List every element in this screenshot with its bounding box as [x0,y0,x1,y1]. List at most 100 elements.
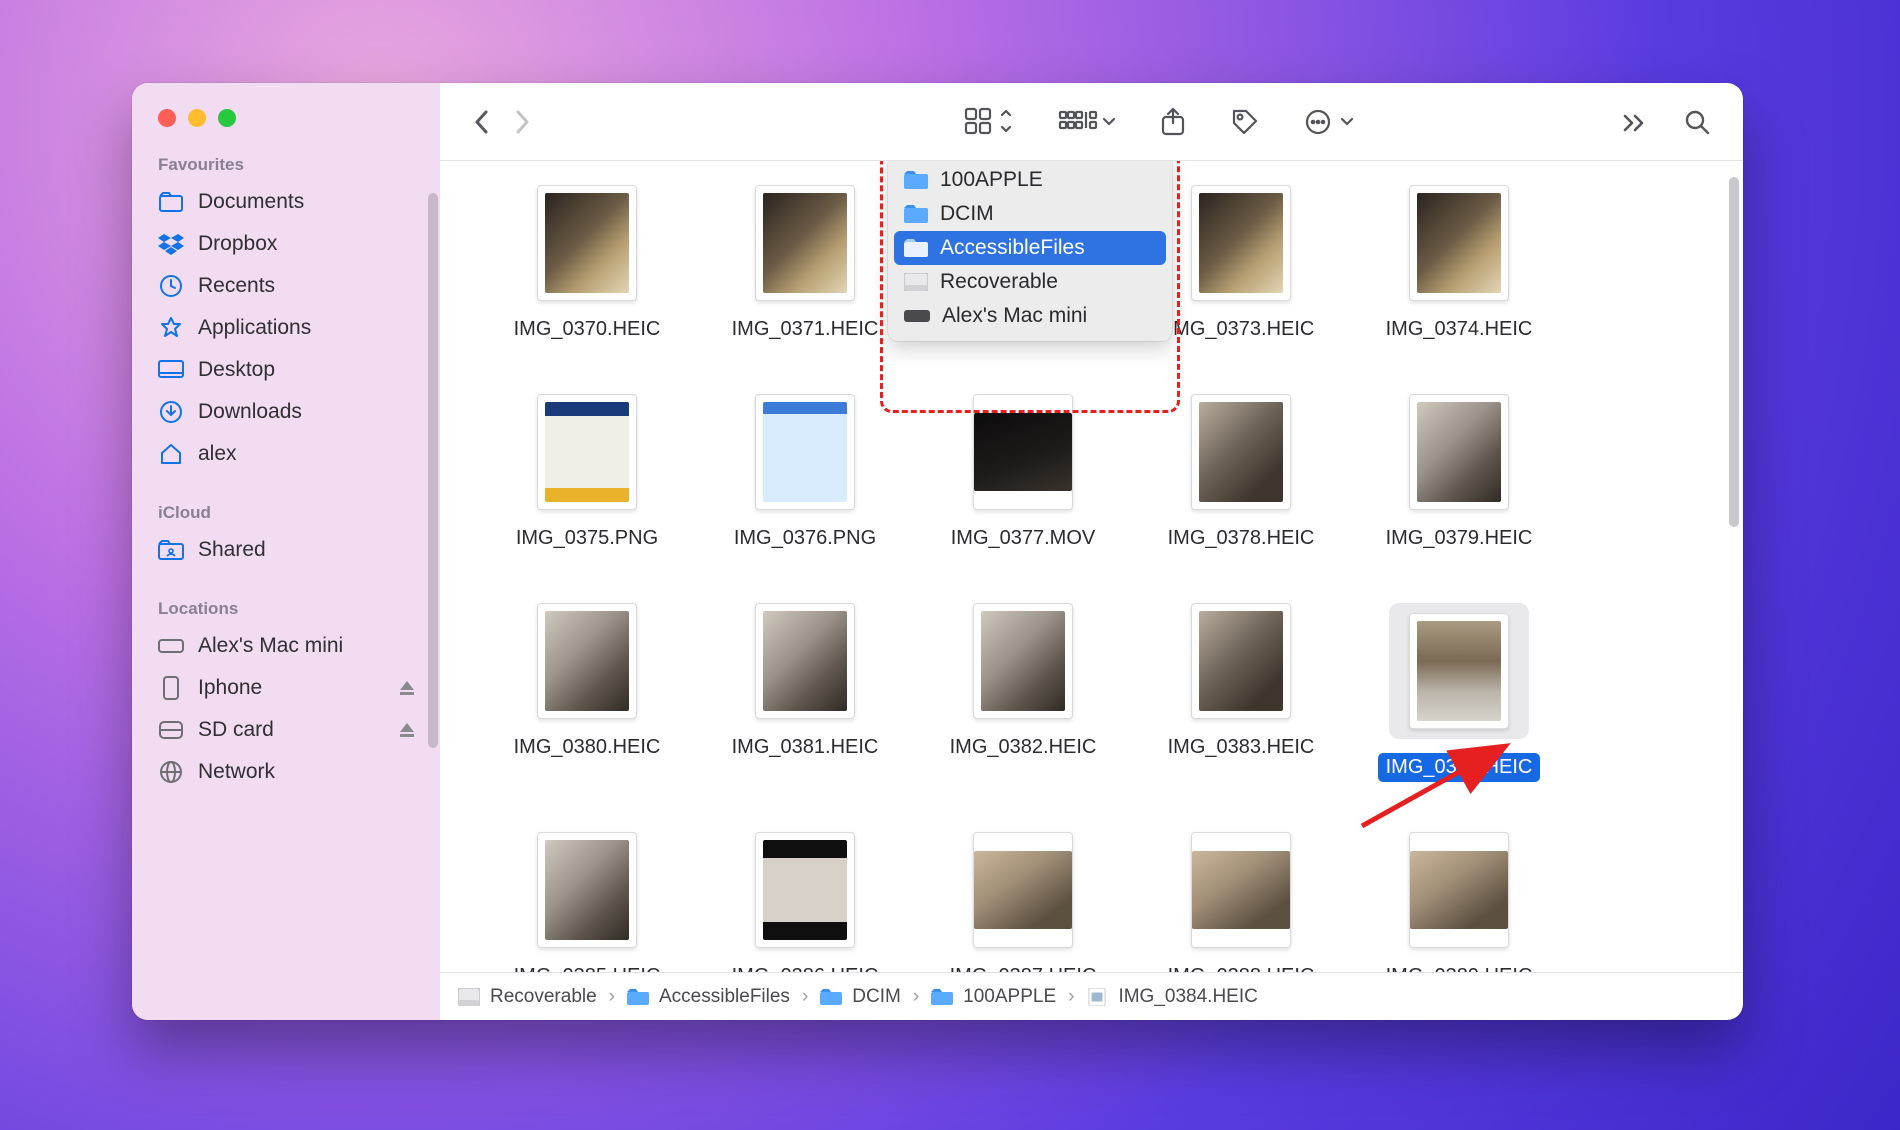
sidebar-item-label: Desktop [198,358,275,382]
file-item[interactable]: IMG_0389.HEIC [1352,832,1566,972]
sidebar-section-icloud: iCloud [132,475,440,529]
file-thumbnail [755,603,855,719]
fullscreen-button[interactable] [218,109,236,127]
path-dropdown-item-label: AccessibleFiles [940,236,1085,260]
file-name-label: IMG_0382.HEIC [942,733,1105,762]
file-item[interactable]: IMG_0384.HEIC [1352,603,1566,782]
sidebar-item-downloads[interactable]: Downloads [132,391,440,433]
sidebar-scrollbar[interactable] [428,193,438,748]
tags-button[interactable] [1226,101,1264,143]
path-segment[interactable]: IMG_0384.HEIC [1118,986,1257,1008]
sidebar-item-iphone[interactable]: Iphone [132,667,440,709]
path-bar: Recoverable › AccessibleFiles › DCIM › 1… [440,972,1743,1020]
file-item[interactable]: IMG_0380.HEIC [480,603,694,782]
image-placeholder [1199,611,1283,711]
file-item[interactable]: IMG_0383.HEIC [1134,603,1348,782]
file-item[interactable]: IMG_0375.PNG [480,394,694,553]
path-segment[interactable]: 100APPLE [963,986,1056,1008]
path-dropdown-item[interactable]: Recoverable [888,265,1172,299]
file-item[interactable]: IMG_0374.HEIC [1352,185,1566,344]
sidebar-item-desktop[interactable]: Desktop [132,349,440,391]
folder-icon [904,170,928,190]
path-segment[interactable]: AccessibleFiles [659,986,790,1008]
image-placeholder [763,840,847,940]
path-dropdown-item-selected[interactable]: AccessibleFiles [894,231,1166,265]
file-item[interactable]: IMG_0387.HEIC [916,832,1130,972]
view-switcher-button[interactable] [960,101,1018,143]
disk-icon [158,717,184,743]
nav-forward-button[interactable] [508,102,536,142]
nav-back-button[interactable] [468,102,496,142]
sidebar-item-dropbox[interactable]: Dropbox [132,223,440,265]
path-segment[interactable]: DCIM [852,986,901,1008]
sidebar-item-network[interactable]: Network [132,751,440,793]
group-by-button[interactable] [1054,102,1120,142]
file-item[interactable]: IMG_0388.HEIC [1134,832,1348,972]
file-item[interactable]: IMG_0378.HEIC [1134,394,1348,553]
sidebar-item-label: Recents [198,274,275,298]
file-item[interactable]: IMG_0386.HEIC [698,832,912,972]
toolbar-overflow-button[interactable] [1617,106,1651,138]
path-dropdown-item[interactable]: 100APPLE [888,163,1172,197]
file-name-label: IMG_0384.HEIC [1378,753,1541,782]
path-segment[interactable]: Recoverable [490,986,597,1008]
file-name-label: IMG_0383.HEIC [1160,733,1323,762]
sidebar-item-label: Shared [198,538,266,562]
file-name-label: IMG_0373.HEIC [1160,315,1323,344]
image-placeholder [763,193,847,293]
mac-mini-icon [904,310,930,322]
sidebar-item-label: Alex's Mac mini [198,634,343,658]
file-name-label: IMG_0386.HEIC [724,962,887,972]
image-placeholder [974,851,1072,929]
image-placeholder [545,402,629,502]
folder-icon [931,988,953,1006]
sidebar-item-home[interactable]: alex [132,433,440,475]
folder-icon [627,988,649,1006]
file-name-label: IMG_0377.MOV [943,524,1104,553]
file-name-label: IMG_0380.HEIC [506,733,669,762]
close-button[interactable] [158,109,176,127]
file-item[interactable]: IMG_0385.HEIC [480,832,694,972]
file-thumbnail [1409,394,1509,510]
file-thumbnail [537,603,637,719]
image-placeholder [545,193,629,293]
file-name-label: IMG_0370.HEIC [506,315,669,344]
sidebar-item-mac-mini[interactable]: Alex's Mac mini [132,625,440,667]
file-item[interactable]: IMG_0379.HEIC [1352,394,1566,553]
file-item[interactable]: IMG_0371.HEIC [698,185,912,344]
file-item[interactable]: IMG_0381.HEIC [698,603,912,782]
file-item[interactable]: IMG_0370.HEIC [480,185,694,344]
file-name-label: IMG_0381.HEIC [724,733,887,762]
sidebar-item-shared[interactable]: Shared [132,529,440,571]
sidebar: Favourites Documents Dropbox Recents App… [132,83,440,1020]
search-button[interactable] [1679,102,1715,142]
file-item[interactable]: IMG_0382.HEIC [916,603,1130,782]
sidebar-item-label: SD card [198,718,274,742]
folder-icon [820,988,842,1006]
sidebar-item-sdcard[interactable]: SD card [132,709,440,751]
file-name-label: IMG_0378.HEIC [1160,524,1323,553]
chevron-right-icon: › [607,986,617,1008]
content-scrollbar[interactable] [1729,177,1739,527]
sidebar-item-recents[interactable]: Recents [132,265,440,307]
sidebar-item-label: alex [198,442,237,466]
image-placeholder [545,840,629,940]
share-button[interactable] [1156,101,1190,143]
image-placeholder [1199,402,1283,502]
file-thumbnail [537,394,637,510]
action-menu-button[interactable] [1300,102,1362,142]
downloads-icon [158,399,184,425]
sidebar-item-applications[interactable]: Applications [132,307,440,349]
image-placeholder [1417,621,1501,721]
sidebar-section-locations: Locations [132,571,440,625]
path-dropdown-item[interactable]: Alex's Mac mini [888,299,1172,333]
file-item[interactable]: IMG_0377.MOV [916,394,1130,553]
path-dropdown-item[interactable]: DCIM [888,197,1172,231]
finder-window: Favourites Documents Dropbox Recents App… [132,83,1743,1020]
eject-icon[interactable] [398,721,416,739]
path-dropdown-item-label: DCIM [940,202,994,226]
sidebar-item-documents[interactable]: Documents [132,181,440,223]
eject-icon[interactable] [398,679,416,697]
file-item[interactable]: IMG_0376.PNG [698,394,912,553]
minimize-button[interactable] [188,109,206,127]
